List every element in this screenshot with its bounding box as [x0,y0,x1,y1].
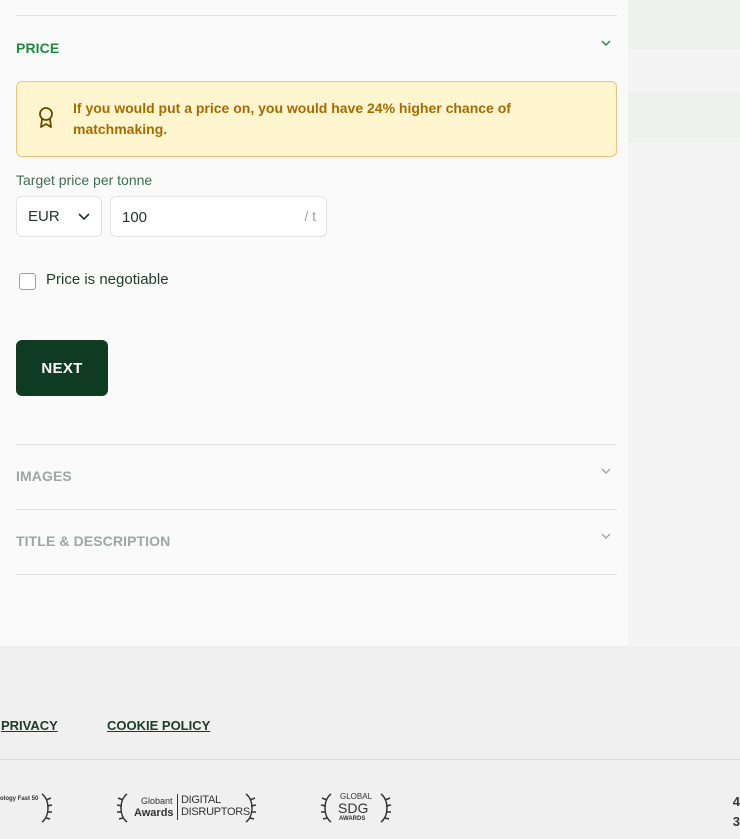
negotiable-label[interactable]: Price is negotiable [46,271,169,288]
target-price-label: Target price per tonne [16,172,153,188]
negotiable-checkbox[interactable] [19,273,36,290]
laurel-icon [320,793,332,823]
fast-50-award-logo: ology Fast 50 [0,792,56,824]
footer-divider [0,759,740,760]
chevron-down-icon [601,533,611,539]
chevron-down-icon [601,468,611,474]
laurel-icon [245,793,257,823]
currency-value: EUR [28,208,60,225]
award-ribbon-icon [39,107,53,128]
panel-band [628,92,740,142]
divider [16,15,617,16]
images-section-title: IMAGES [16,468,72,484]
price-section-header[interactable]: PRICE [16,36,617,60]
footer-right-text: 4 [732,794,740,809]
divider [16,444,617,445]
panel-band [628,0,740,50]
laurel-icon [41,793,53,823]
next-button[interactable]: NEXT [16,340,108,396]
right-panel [628,0,740,646]
price-hint-alert: If you would put a price on, you would h… [16,81,617,157]
price-value: 100 [122,209,148,226]
price-input[interactable]: 100 / t [110,196,327,237]
footer: PRIVACY COOKIE POLICY ology Fast 50 Glob… [0,646,740,839]
price-section-title: PRICE [16,40,60,56]
title-description-section-title: TITLE & DESCRIPTION [16,533,171,549]
chevron-down-icon [78,213,90,221]
divider [16,574,617,575]
laurel-icon [116,793,128,823]
price-unit: / t [304,208,316,224]
images-section-header[interactable]: IMAGES [16,464,617,488]
title-description-section-header[interactable]: TITLE & DESCRIPTION [16,529,617,553]
chevron-down-icon [601,40,611,46]
divider [16,509,617,510]
alert-text: If you would put a price on, you would h… [73,100,511,137]
currency-select[interactable]: EUR [16,196,102,237]
cookie-policy-link[interactable]: COOKIE POLICY [107,718,210,733]
global-sdg-awards-logo: GLOBAL SDG AWARDS [320,792,394,824]
privacy-link[interactable]: PRIVACY [1,718,58,733]
footer-right-text: 3 [732,814,740,829]
globant-digital-disruptors-award-logo: Globant Awards DIGITAL DISRUPTORS [116,792,258,824]
laurel-icon [380,793,392,823]
